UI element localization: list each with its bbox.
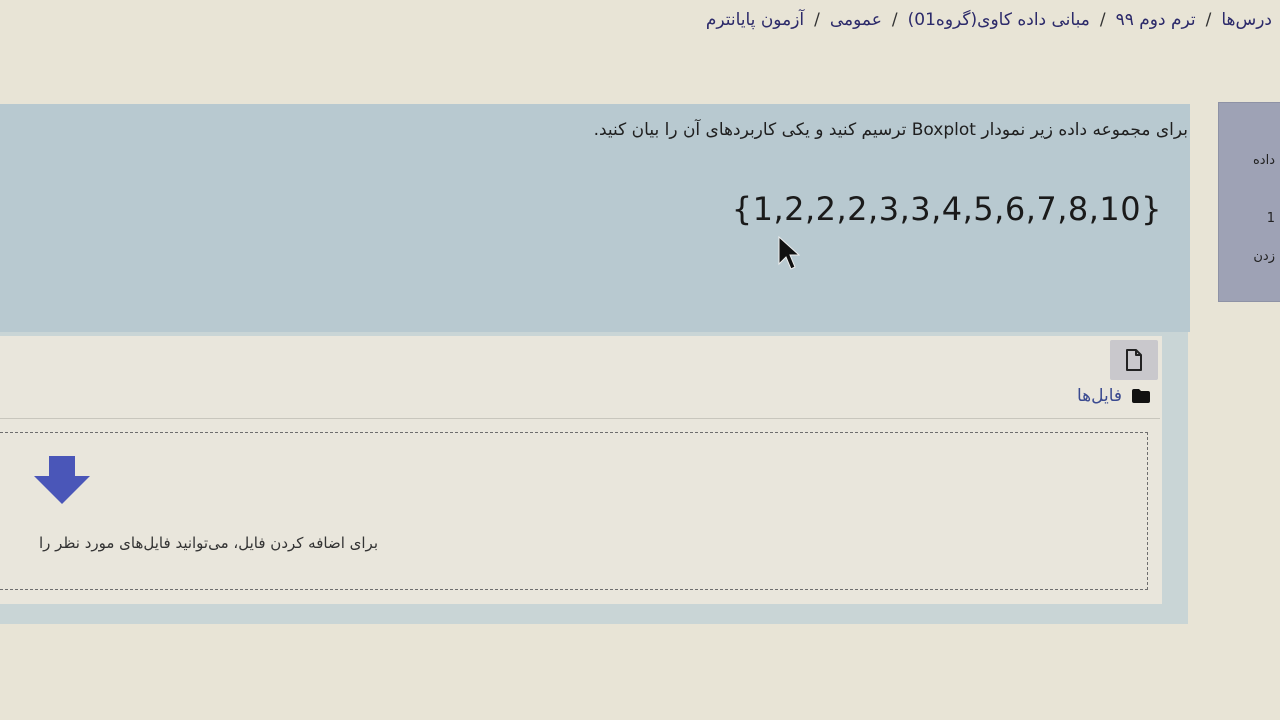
breadcrumb-separator: / bbox=[1099, 10, 1106, 30]
divider bbox=[0, 418, 1160, 419]
breadcrumb-term[interactable]: ترم دوم ۹۹ bbox=[1116, 10, 1196, 30]
breadcrumb-separator: / bbox=[1205, 10, 1212, 30]
breadcrumb-separator: / bbox=[891, 10, 898, 30]
breadcrumb-course[interactable]: مبانی داده کاوی(گروه01) bbox=[908, 10, 1090, 30]
arrow-down-icon bbox=[34, 456, 90, 504]
info-line: زدن bbox=[1253, 249, 1275, 264]
drop-zone-hint: برای اضافه کردن فایل، می‌توانید فایل‌های… bbox=[39, 534, 378, 552]
folder-icon bbox=[1132, 389, 1150, 403]
breadcrumb-final-exam[interactable]: آزمون پایانترم bbox=[706, 10, 804, 30]
question-dataset: {1,2,2,2,3,3,4,5,6,7,8,10} bbox=[731, 190, 1162, 228]
question-info-panel: داده 1 زدن bbox=[1218, 102, 1280, 302]
breadcrumb-courses[interactable]: درس‌ها bbox=[1221, 10, 1272, 30]
info-line: داده bbox=[1252, 153, 1275, 168]
quiz-page: درس‌ها / ترم دوم ۹۹ / مبانی داده کاوی(گر… bbox=[0, 0, 1280, 720]
breadcrumb-general[interactable]: عمومی bbox=[830, 10, 882, 30]
breadcrumb: درس‌ها / ترم دوم ۹۹ / مبانی داده کاوی(گر… bbox=[706, 10, 1272, 30]
mouse-pointer-icon bbox=[778, 236, 800, 270]
file-icon bbox=[1126, 349, 1142, 371]
question-text: برای مجموعه داده زیر نمودار Boxplot ترسی… bbox=[593, 120, 1188, 140]
add-file-button[interactable] bbox=[1110, 340, 1158, 380]
info-line: 1 bbox=[1266, 211, 1275, 226]
file-drop-zone[interactable] bbox=[0, 432, 1148, 590]
files-folder-link[interactable]: فایل‌ها bbox=[1077, 386, 1150, 406]
files-label: فایل‌ها bbox=[1076, 386, 1122, 406]
breadcrumb-separator: / bbox=[814, 10, 820, 30]
